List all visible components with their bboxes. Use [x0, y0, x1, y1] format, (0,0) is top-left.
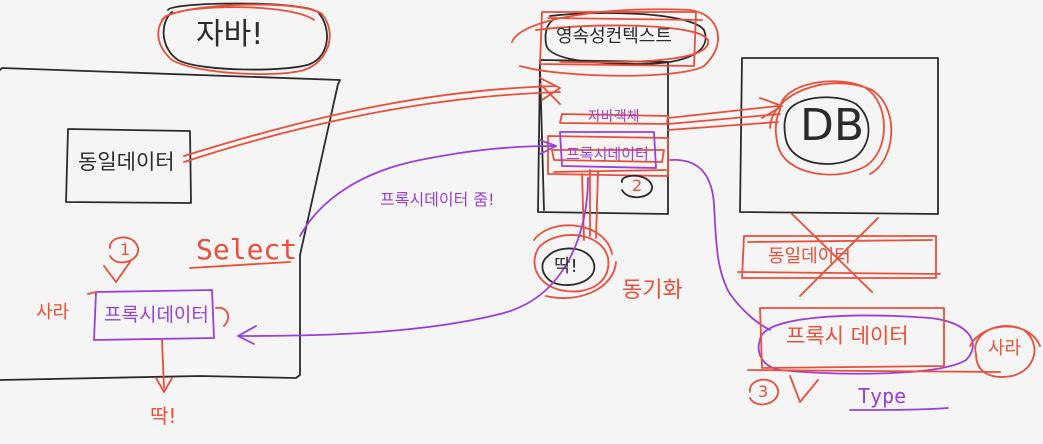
persistence-context-title: 영속성컨텍스트 — [556, 26, 672, 47]
circle-2-label: 2 — [632, 176, 643, 195]
arrow-left-to-context — [183, 77, 561, 163]
real-left-label: 사라 — [36, 302, 70, 323]
arrow-down-ttak — [155, 339, 173, 393]
type-underline — [849, 407, 949, 411]
circle-3-label: 3 — [758, 382, 769, 401]
whiteboard: 자바! 영속성컨텍스트 DB 동일데이터 자바객체 프록시데이터 2 프록시데이… — [0, 0, 1043, 444]
select-label: Select — [196, 233, 298, 266]
arrow-context-to-db — [667, 97, 783, 131]
java-app-box — [0, 67, 341, 381]
checkmark-right-label: V — [814, 360, 815, 361]
same-data-right-label: 동일데이터 — [768, 246, 851, 267]
proxy-data-right-label: 프록시 데이터 — [786, 324, 909, 348]
sketch-strokes — [0, 2, 1041, 411]
real-right-label: 사라 — [988, 338, 1022, 359]
proxy-data-context-label: 프록시데이터 — [566, 145, 649, 163]
java-object-label: 자바객체 — [588, 109, 640, 125]
circle-1-label: 1 — [120, 240, 131, 259]
sync-label: 동기화 — [622, 278, 683, 303]
ttak-bottom-label: 딱! — [150, 404, 177, 428]
arrow-context-to-right-proxy — [669, 159, 771, 331]
checkmark-left — [103, 261, 131, 283]
proxy-data-left-label: 프록시데이터 — [104, 304, 209, 326]
checkmark-right — [789, 375, 819, 403]
db-label: DB — [800, 100, 865, 151]
title-jaban: 자바! — [196, 17, 264, 52]
same-data-left-label: 동일데이터 — [78, 150, 175, 174]
arrow-select-to-proxy — [299, 139, 557, 237]
proxy-given-label: 프록시데이터 줌! — [380, 190, 495, 209]
type-label: Type — [858, 384, 907, 408]
ttak-label: 딱! — [554, 256, 578, 277]
